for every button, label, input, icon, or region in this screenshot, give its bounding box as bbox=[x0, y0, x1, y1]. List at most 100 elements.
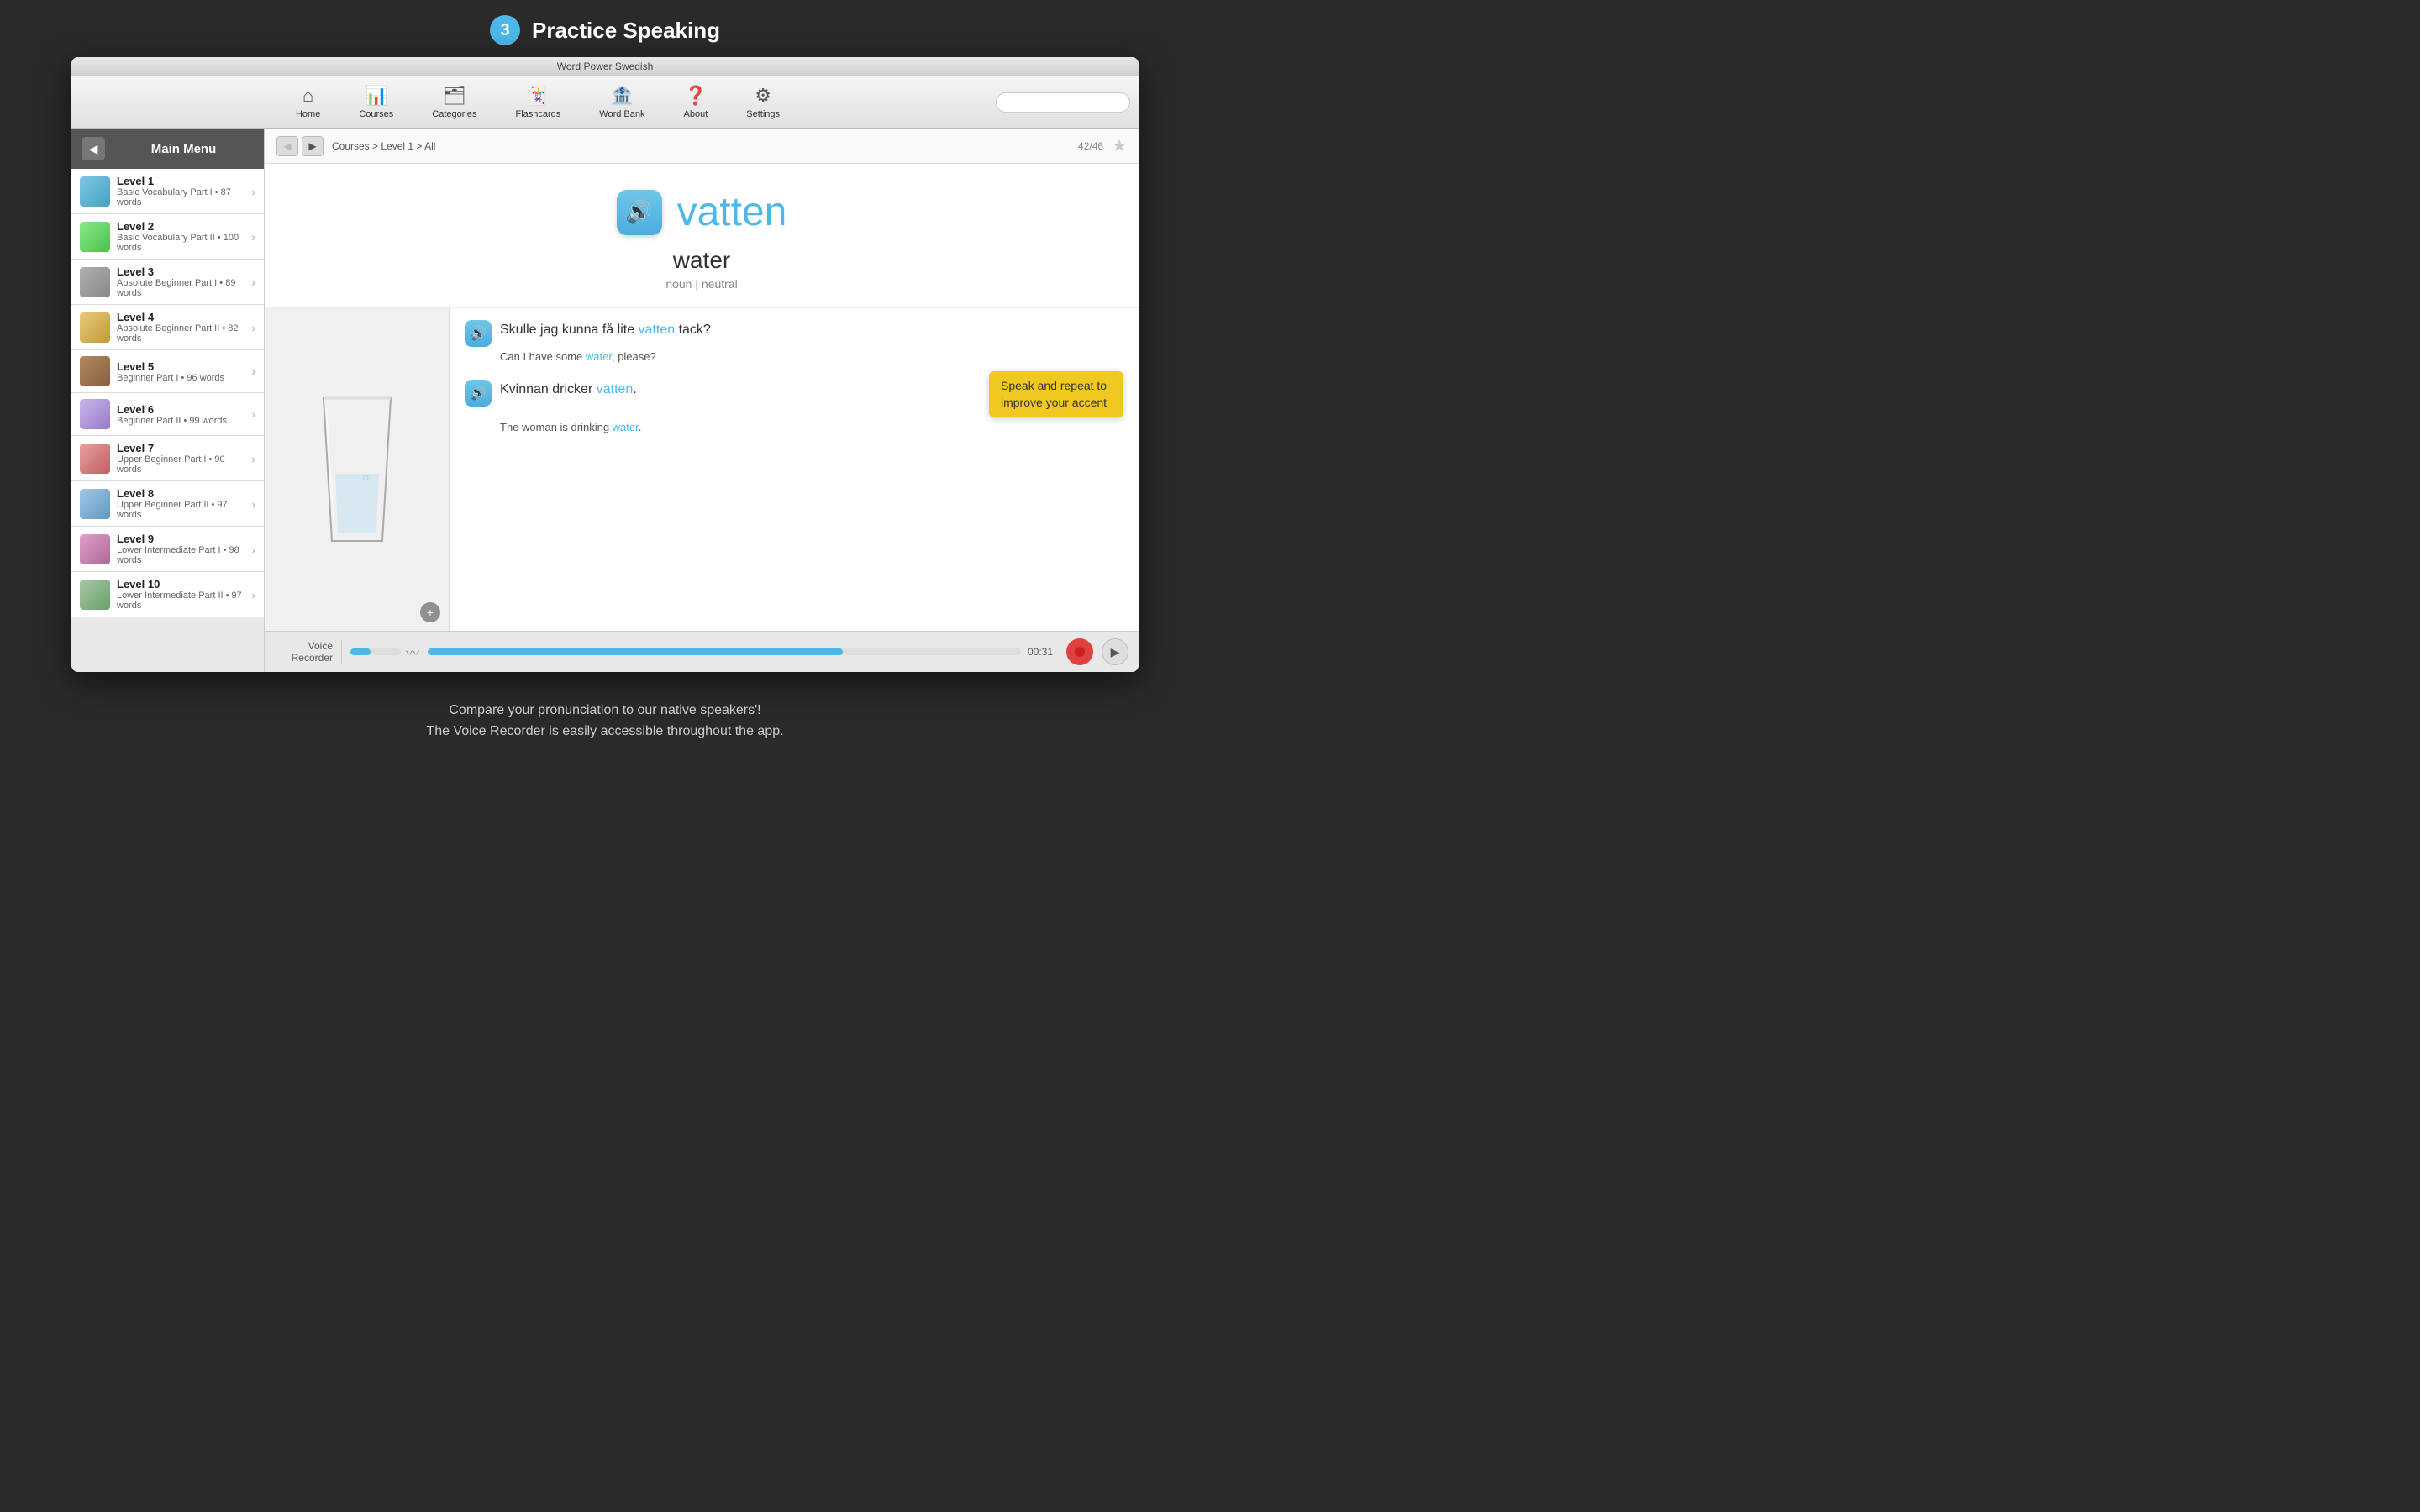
level-thumb-4 bbox=[80, 312, 110, 343]
sentence2-speaker-button[interactable]: 🔊 bbox=[465, 380, 492, 407]
prev-arrow[interactable]: ◀ bbox=[276, 136, 298, 156]
about-icon: ❓ bbox=[684, 85, 707, 107]
toolbar-categories[interactable]: 🗂 Categories bbox=[425, 81, 483, 123]
word-speaker-button[interactable]: 🔊 bbox=[617, 190, 662, 235]
sidebar-item-level-4[interactable]: Level 4 Absolute Beginner Part II • 82 w… bbox=[71, 305, 264, 350]
level-chevron-8: › bbox=[251, 497, 255, 511]
level-desc-2: Basic Vocabulary Part II • 100 words bbox=[117, 233, 245, 253]
level-info-9: Level 9 Lower Intermediate Part I • 98 w… bbox=[117, 533, 245, 565]
next-arrow[interactable]: ▶ bbox=[302, 136, 324, 156]
play-button[interactable]: ▶ bbox=[1102, 638, 1128, 665]
sidebar-item-level-3[interactable]: Level 3 Absolute Beginner Part I • 89 wo… bbox=[71, 260, 264, 305]
level-desc-4: Absolute Beginner Part II • 82 words bbox=[117, 323, 245, 344]
page-count: 42/46 bbox=[1078, 140, 1103, 152]
home-label: Home bbox=[296, 109, 320, 119]
level-thumb-5 bbox=[80, 356, 110, 386]
word-meta: noun | neutral bbox=[666, 277, 737, 291]
level-chevron-3: › bbox=[251, 276, 255, 289]
sentences-panel: 🔊 Skulle jag kunna få lite vatten tack? … bbox=[450, 308, 1139, 631]
level-info-4: Level 4 Absolute Beginner Part II • 82 w… bbox=[117, 311, 245, 344]
sidebar-item-level-7[interactable]: Level 7 Upper Beginner Part I • 90 words… bbox=[71, 436, 264, 481]
level-info-1: Level 1 Basic Vocabulary Part I • 87 wor… bbox=[117, 175, 245, 207]
word-english: water bbox=[673, 247, 730, 274]
sentence1-speaker-button[interactable]: 🔊 bbox=[465, 320, 492, 347]
sidebar-item-level-9[interactable]: Level 9 Lower Intermediate Part I • 98 w… bbox=[71, 527, 264, 572]
step-badge: 3 bbox=[490, 15, 520, 45]
level-name-4: Level 4 bbox=[117, 311, 245, 323]
level-thumb-1 bbox=[80, 176, 110, 207]
toolbar-settings[interactable]: ⚙ Settings bbox=[739, 81, 786, 123]
glass-image bbox=[290, 386, 424, 554]
level-chevron-7: › bbox=[251, 452, 255, 465]
sidebar-header: ◀ Main Menu bbox=[71, 129, 264, 169]
level-thumb-6 bbox=[80, 399, 110, 429]
level-desc-10: Lower Intermediate Part II • 97 words bbox=[117, 591, 245, 611]
flashcards-icon: 🃏 bbox=[527, 85, 550, 107]
flashcards-label: Flashcards bbox=[516, 109, 561, 119]
sentence-item-2: 🔊 Kvinnan dricker vatten. Speak and repe… bbox=[465, 380, 1123, 433]
toolbar-wordbank[interactable]: 🏦 Word Bank bbox=[592, 81, 651, 123]
sentence2-english: The woman is drinking water. bbox=[465, 421, 1123, 433]
top-header: 3 Practice Speaking bbox=[0, 0, 1210, 55]
record-indicator bbox=[1075, 647, 1085, 657]
playback-fill bbox=[350, 648, 371, 655]
sidebar-back-button[interactable]: ◀ bbox=[82, 137, 105, 160]
sidebar-list: Level 1 Basic Vocabulary Part I • 87 wor… bbox=[71, 169, 264, 672]
level-desc-3: Absolute Beginner Part I • 89 words bbox=[117, 278, 245, 298]
content-pane: ◀ ▶ Courses > Level 1 > All 42/46 ★ 🔊 va… bbox=[265, 129, 1139, 672]
sentence-row-2: 🔊 Kvinnan dricker vatten. Speak and repe… bbox=[465, 380, 1123, 417]
about-label: About bbox=[684, 109, 708, 119]
courses-icon: 📊 bbox=[365, 85, 387, 107]
level-chevron-1: › bbox=[251, 185, 255, 198]
wave-icon: 〰 bbox=[406, 642, 419, 662]
caption-line1: Compare your pronunciation to our native… bbox=[0, 700, 1210, 722]
level-desc-7: Upper Beginner Part I • 90 words bbox=[117, 454, 245, 475]
search-container bbox=[996, 92, 1130, 113]
sidebar-item-level-8[interactable]: Level 8 Upper Beginner Part II • 97 word… bbox=[71, 481, 264, 527]
examples-area: + 🔊 Skulle jag kunna få lite vatten tack… bbox=[265, 308, 1139, 631]
level-chevron-2: › bbox=[251, 230, 255, 244]
toolbar-courses[interactable]: 📊 Courses bbox=[352, 81, 400, 123]
word-display: 🔊 vatten water noun | neutral bbox=[265, 164, 1139, 308]
toolbar-flashcards[interactable]: 🃏 Flashcards bbox=[509, 81, 568, 123]
window-title-bar: Word Power Swedish bbox=[71, 57, 1139, 76]
sidebar-item-level-10[interactable]: Level 10 Lower Intermediate Part II • 97… bbox=[71, 572, 264, 617]
sentence2-speaker-icon: 🔊 bbox=[470, 385, 487, 402]
level-thumb-3 bbox=[80, 267, 110, 297]
courses-label: Courses bbox=[359, 109, 393, 119]
level-desc-6: Beginner Part II • 99 words bbox=[117, 416, 245, 426]
tooltip-box: Speak and repeat to improve your accent bbox=[989, 371, 1123, 417]
expand-button[interactable]: + bbox=[420, 602, 440, 622]
sidebar-item-level-5[interactable]: Level 5 Beginner Part I • 96 words › bbox=[71, 350, 264, 393]
sidebar-item-level-2[interactable]: Level 2 Basic Vocabulary Part II • 100 w… bbox=[71, 214, 264, 260]
level-thumb-2 bbox=[80, 222, 110, 252]
word-top: 🔊 vatten bbox=[617, 189, 787, 235]
star-button[interactable]: ★ bbox=[1112, 135, 1127, 156]
toolbar-about[interactable]: ❓ About bbox=[677, 81, 715, 123]
toolbar-nav-group: ⌂ Home 📊 Courses 🗂 Categories 🃏 Flashcar… bbox=[80, 81, 996, 123]
toolbar-home[interactable]: ⌂ Home bbox=[289, 81, 327, 123]
window-title: Word Power Swedish bbox=[557, 60, 654, 72]
toolbar: ⌂ Home 📊 Courses 🗂 Categories 🃏 Flashcar… bbox=[71, 76, 1139, 129]
word-swedish: vatten bbox=[677, 189, 787, 235]
waveform-section: 〰 bbox=[350, 642, 419, 662]
level-name-3: Level 3 bbox=[117, 265, 245, 278]
level-info-6: Level 6 Beginner Part II • 99 words bbox=[117, 403, 245, 426]
level-info-2: Level 2 Basic Vocabulary Part II • 100 w… bbox=[117, 220, 245, 253]
level-thumb-9 bbox=[80, 534, 110, 564]
level-desc-5: Beginner Part I • 96 words bbox=[117, 373, 245, 383]
level-thumb-7 bbox=[80, 444, 110, 474]
record-button[interactable] bbox=[1066, 638, 1093, 665]
level-info-10: Level 10 Lower Intermediate Part II • 97… bbox=[117, 578, 245, 611]
level-info-8: Level 8 Upper Beginner Part II • 97 word… bbox=[117, 487, 245, 520]
sidebar-item-level-1[interactable]: Level 1 Basic Vocabulary Part I • 87 wor… bbox=[71, 169, 264, 214]
progress-section: 00:31 bbox=[428, 646, 1058, 658]
sidebar-item-level-6[interactable]: Level 6 Beginner Part II • 99 words › bbox=[71, 393, 264, 436]
sentence1-speaker-icon: 🔊 bbox=[470, 325, 487, 342]
speaker-icon: 🔊 bbox=[625, 199, 652, 225]
categories-label: Categories bbox=[432, 109, 476, 119]
sentence2-swedish: Kvinnan dricker vatten. bbox=[500, 380, 637, 400]
level-name-10: Level 10 bbox=[117, 578, 245, 591]
level-chevron-5: › bbox=[251, 365, 255, 378]
search-input[interactable] bbox=[996, 92, 1130, 113]
